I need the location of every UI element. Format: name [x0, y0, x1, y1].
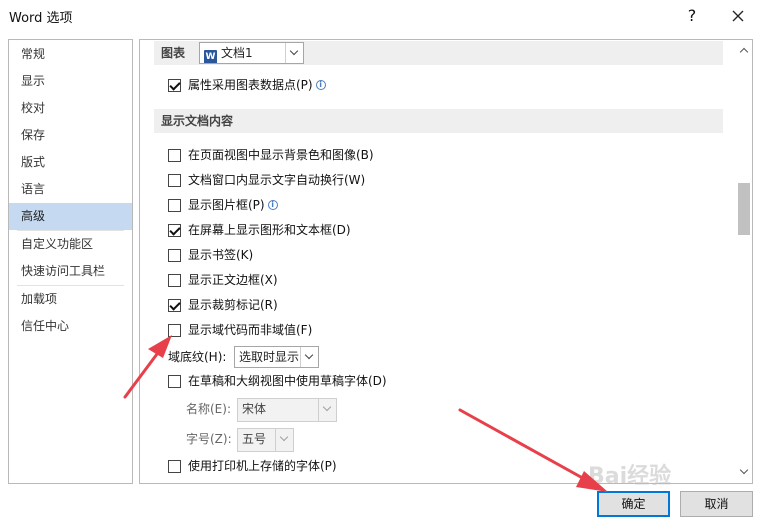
- category-sidebar: 常规 显示 校对 保存 版式 语言 高级 自定义功能区 快速访问工具栏 加载项 …: [8, 39, 133, 484]
- checkbox-crop-marks[interactable]: [168, 299, 181, 312]
- option-label: 显示裁剪标记(R): [188, 298, 278, 312]
- title-bar: Word 选项 ?: [0, 0, 761, 32]
- sidebar-item-customize-ribbon[interactable]: 自定义功能区: [9, 231, 132, 258]
- checkbox-picture-placeholders[interactable]: [168, 199, 181, 212]
- close-icon: [732, 10, 744, 22]
- checkbox-wrap-text[interactable]: [168, 174, 181, 187]
- field-shading-label: 域底纹(H):: [168, 350, 227, 364]
- option-chart-properties[interactable]: 属性采用图表数据点(P) i: [168, 76, 568, 96]
- checkbox-show-background[interactable]: [168, 149, 181, 162]
- watermark-text: Bai经验: [588, 464, 672, 489]
- option-label: 使用打印机上存储的字体(P): [188, 459, 337, 473]
- checkbox-text-boundaries[interactable]: [168, 274, 181, 287]
- font-size-value: 五号: [242, 432, 267, 446]
- option-label: 文档窗口内显示文字自动换行(W): [188, 173, 366, 187]
- sidebar-item-trust-center[interactable]: 信任中心: [9, 313, 132, 340]
- option-label: 在屏幕上显示图形和文本框(D): [188, 223, 351, 237]
- chevron-down-icon: [300, 347, 318, 367]
- font-name-label: 名称(E):: [186, 402, 231, 416]
- sidebar-item-proofing[interactable]: 校对: [9, 95, 132, 122]
- section-title-display: 显示文档内容: [161, 114, 234, 128]
- field-shading-dropdown[interactable]: 选取时显示: [234, 346, 319, 368]
- option-label: 显示正文边框(X): [188, 273, 278, 287]
- section-title-chart: 图表: [161, 46, 186, 60]
- close-button[interactable]: [726, 4, 750, 28]
- sidebar-item-display[interactable]: 显示: [9, 68, 132, 95]
- cancel-button[interactable]: 取消: [680, 491, 753, 517]
- option-show-drawings[interactable]: 在屏幕上显示图形和文本框(D): [168, 221, 568, 241]
- option-label: 在页面视图中显示背景色和图像(B): [188, 148, 374, 162]
- chevron-down-icon: [275, 429, 293, 451]
- baidu-jingyan-watermark: Bai经验: [588, 458, 671, 490]
- checkbox-chart-properties[interactable]: [168, 79, 181, 92]
- option-label: 显示图片框(P): [188, 198, 265, 212]
- sidebar-item-general[interactable]: 常规: [9, 41, 132, 68]
- checkbox-printer-fonts[interactable]: [168, 460, 181, 473]
- option-show-bookmarks[interactable]: 显示书签(K): [168, 246, 568, 266]
- scroll-down-arrow-icon[interactable]: [737, 466, 751, 478]
- checkbox-draft-font[interactable]: [168, 375, 181, 388]
- field-shading-value: 选取时显示: [239, 350, 300, 364]
- chart-document-value: 文档1: [221, 46, 253, 60]
- option-label: 显示域代码而非域值(F): [188, 323, 313, 337]
- help-button[interactable]: ?: [680, 4, 704, 28]
- window-title: Word 选项: [9, 11, 73, 26]
- info-icon: i: [315, 80, 326, 90]
- sidebar-item-typography[interactable]: 版式: [9, 149, 132, 176]
- sidebar-item-language[interactable]: 语言: [9, 176, 132, 203]
- option-printer-fonts[interactable]: 使用打印机上存储的字体(P): [168, 457, 568, 477]
- info-icon: i: [267, 200, 278, 210]
- chevron-down-icon: [318, 399, 336, 421]
- scroll-up-arrow-icon[interactable]: [737, 44, 751, 56]
- font-name-dropdown[interactable]: 宋体: [237, 398, 337, 422]
- section-header-display: 显示文档内容: [154, 109, 723, 133]
- option-show-background[interactable]: 在页面视图中显示背景色和图像(B): [168, 146, 568, 166]
- sidebar-item-save[interactable]: 保存: [9, 122, 132, 149]
- sidebar-item-quick-access-toolbar[interactable]: 快速访问工具栏: [9, 258, 132, 285]
- checkbox-show-bookmarks[interactable]: [168, 249, 181, 262]
- font-size-label: 字号(Z):: [186, 432, 232, 446]
- option-label: 属性采用图表数据点(P): [188, 78, 313, 92]
- font-size-dropdown[interactable]: 五号: [237, 428, 294, 452]
- word-document-icon: W: [204, 50, 217, 63]
- option-wrap-text[interactable]: 文档窗口内显示文字自动换行(W): [168, 171, 568, 191]
- chart-document-dropdown[interactable]: W 文档1: [199, 42, 304, 64]
- checkbox-show-drawings[interactable]: [168, 224, 181, 237]
- ok-button[interactable]: 确定: [597, 491, 670, 517]
- option-text-boundaries[interactable]: 显示正文边框(X): [168, 271, 568, 291]
- option-crop-marks[interactable]: 显示裁剪标记(R): [168, 296, 568, 316]
- scrollbar-thumb[interactable]: [738, 183, 750, 235]
- checkbox-field-codes[interactable]: [168, 324, 181, 337]
- option-label: 在草稿和大纲视图中使用草稿字体(D): [188, 374, 387, 388]
- font-name-value: 宋体: [242, 402, 267, 416]
- option-picture-placeholders[interactable]: 显示图片框(P) i: [168, 196, 568, 216]
- sidebar-item-advanced[interactable]: 高级: [9, 203, 132, 230]
- option-draft-font[interactable]: 在草稿和大纲视图中使用草稿字体(D): [168, 372, 568, 392]
- options-content-panel: 图表 W 文档1 属性采用图表数据点(P) i 显示文档内容 在页面视图中显示背景色…: [139, 39, 753, 484]
- chevron-down-icon: [285, 43, 303, 63]
- option-label: 显示书签(K): [188, 248, 254, 262]
- sidebar-item-add-ins[interactable]: 加载项: [9, 286, 132, 313]
- option-field-codes[interactable]: 显示域代码而非域值(F): [168, 321, 568, 341]
